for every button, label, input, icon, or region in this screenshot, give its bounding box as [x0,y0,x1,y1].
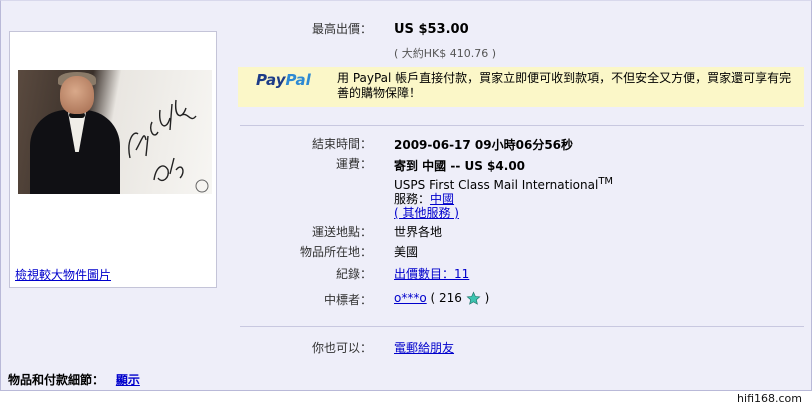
paypal-logo: PayPal [256,71,311,89]
other-services-link[interactable]: ( 其他服務 ) [394,204,459,221]
divider [240,125,804,126]
current-price: US $53.00 [394,22,469,37]
show-details-link[interactable]: 顯示 [116,373,140,387]
end-time-label: 結束時間： [311,137,372,151]
winner-row: o***o ( 216 ) [394,291,489,306]
also-label: 你也可以： [311,341,372,355]
history-label: 紀錄： [335,267,372,281]
converted-price: ( 大約HK$ 410.76 ) [394,47,497,60]
winner-user-link[interactable]: o***o [394,291,427,305]
item-photo-box: 檢視較大物件圖片 [9,31,217,288]
paypal-message: 用 PayPal 帳戶直接付款，買家立即便可收到款項，不但安全又方便，買家還可享… [337,71,792,100]
item-payment-details-label: 物品和付款細節： [8,373,105,387]
view-larger-image-link[interactable]: 檢視較大物件圖片 [15,266,111,283]
feedback-star-icon[interactable] [466,291,481,306]
feedback-close: ) [484,291,490,305]
item-payment-details-row: 物品和付款細節： 顯示 [8,371,140,388]
bid-history-link[interactable]: 出價數目：11 [394,265,469,282]
feedback-score: ( 216 [430,291,462,305]
ships-to-label: 運送地點： [311,225,372,239]
item-photo[interactable] [18,70,212,194]
bid-label: 最高出價： [311,22,372,36]
end-time-value: 2009-06-17 09小時06分56秒 [394,138,574,152]
shipping-cost: 寄到 中國 -- US $4.00 [394,159,526,173]
location-value: 美國 [394,245,419,259]
email-friend-link[interactable]: 電郵給朋友 [394,339,454,356]
ships-to-value: 世界各地 [394,225,443,239]
watermark: hifi168.com [737,392,802,405]
location-label: 物品所在地： [299,245,372,259]
winner-label: 中標者： [323,293,372,307]
divider [0,390,812,391]
paypal-banner: PayPal 用 PayPal 帳戶直接付款，買家立即便可收到款項，不但安全又方… [238,67,804,107]
divider [240,326,804,327]
autograph-signature [128,99,209,193]
shipping-label: 運費： [335,157,372,171]
